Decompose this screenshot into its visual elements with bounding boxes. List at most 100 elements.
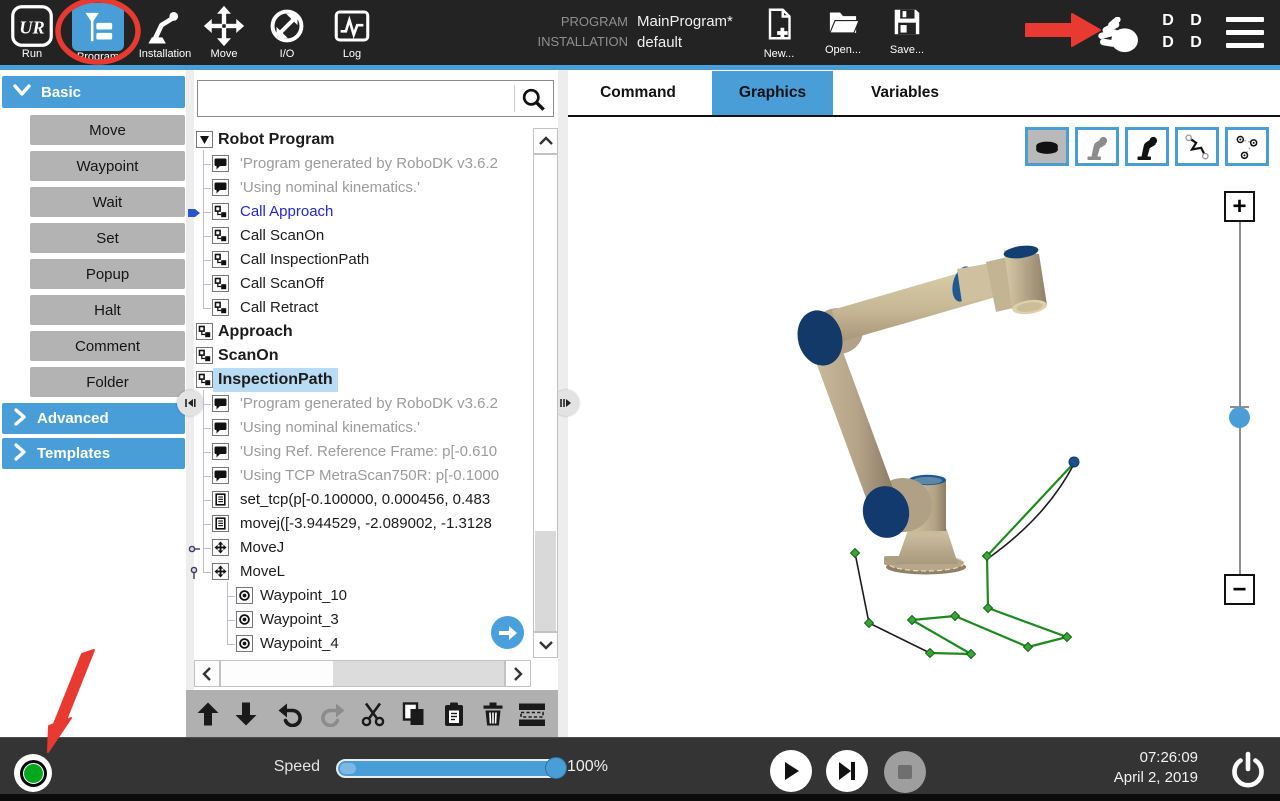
command-move[interactable]: Move [30,115,185,145]
tree-row--program-generated-by-robodk[interactable]: 'Program generated by RoboDK v3.6.2 [186,152,533,176]
tree-row-call-retract[interactable]: Call Retract [186,296,533,320]
tree-row-label: Robot Program [218,128,334,152]
shutdown-button[interactable] [1227,750,1269,797]
command-halt[interactable]: Halt [30,295,185,325]
copy-button[interactable] [398,698,430,729]
tree-row-movej-3-944529-2-089002-1-31[interactable]: movej([-3.944529, -2.089002, -1.3128 [186,512,533,536]
speed-slider[interactable] [336,759,566,778]
stop-button [884,751,926,793]
tab-graphics[interactable]: Graphics [712,71,833,115]
tree-row-movej[interactable]: MoveJ [186,536,533,560]
move-up-button[interactable] [192,698,224,729]
tab-command[interactable]: Command [576,71,700,115]
play-button[interactable] [770,750,812,792]
ur-logo: UR [9,3,55,48]
command-waypoint[interactable]: Waypoint [30,151,185,181]
new-button[interactable]: New... [750,7,808,60]
freedrive-hand-icon [1094,17,1142,55]
scroll-down-button[interactable] [533,632,558,658]
tree-row--using-ref-reference-frame-p[interactable]: 'Using Ref. Reference Frame: p[-0.610 [186,440,533,464]
tree-row-label: 'Program generated by RoboDK v3.6.2 [240,392,498,416]
scroll-left-button[interactable] [194,660,220,687]
comment-icon [212,419,229,436]
palette-section-advanced[interactable]: Advanced [2,403,185,434]
command-popup[interactable]: Popup [30,259,185,289]
step-icon [837,761,857,781]
suppress-button[interactable] [516,698,548,729]
command-wait[interactable]: Wait [30,187,185,217]
vertical-scroll-thumb[interactable] [535,531,556,631]
command-set[interactable]: Set [30,223,185,253]
cut-button[interactable] [357,698,389,729]
tree-row--using-nominal-kinematics-[interactable]: 'Using nominal kinematics.' [186,176,533,200]
tree-row--using-nominal-kinematics-[interactable]: 'Using nominal kinematics.' [186,416,533,440]
hamburger-menu-button[interactable] [1226,17,1266,51]
tree-row-call-scanon[interactable]: Call ScanOn [186,224,533,248]
tree-row-call-scanoff[interactable]: Call ScanOff [186,272,533,296]
tree-row-waypoint_3[interactable]: Waypoint_3 [186,608,533,632]
tree-row-label: MoveJ [240,536,284,560]
tree-row-waypoint_10[interactable]: Waypoint_10 [186,584,533,608]
status-green-light [24,764,43,783]
tree-row-scanon[interactable]: ScanOn [186,344,533,368]
command-comment[interactable]: Comment [30,331,185,361]
search-icon[interactable] [520,86,547,113]
time-text: 07:26:09 [1114,748,1198,768]
nav-tab-label: Run [8,48,56,60]
tab-variables[interactable]: Variables [845,71,965,115]
comment-icon [212,395,229,412]
comment-icon [212,467,229,484]
nav-tab-io[interactable]: I/O [262,1,312,64]
initialize-status-button[interactable] [14,754,52,792]
script-icon [212,491,229,508]
undo-button[interactable] [274,698,306,729]
search-input[interactable] [202,83,516,114]
program-icon [72,3,124,51]
open-button[interactable]: Open... [814,7,872,56]
svg-text:UR: UR [19,17,44,37]
script-icon [212,515,229,532]
palette-section-templates[interactable]: Templates [2,438,185,469]
call-icon [212,299,229,316]
tree-row-movel[interactable]: MoveL [186,560,533,584]
subprogram-icon [196,371,213,388]
command-folder[interactable]: Folder [30,367,185,397]
move-down-button[interactable] [230,698,262,729]
palette-section-basic[interactable]: Basic [2,76,185,108]
tree-row-label: ScanOn [218,344,278,368]
nav-tab-label: Program [70,51,126,63]
step-button[interactable] [826,750,868,792]
tree-row--using-tcp-metrascan750r-p-0[interactable]: 'Using TCP MetraScan750R: p[-0.1000 [186,464,533,488]
speed-slider-handle[interactable] [545,757,567,779]
program-name-value: MainProgram* [637,13,733,30]
tree-row-set_tcp-p-0-100000-0-000456-[interactable]: set_tcp(p[-0.100000, 0.000456, 0.483 [186,488,533,512]
tree-row-label: set_tcp(p[-0.100000, 0.000456, 0.483 [240,488,490,512]
tree-row-waypoint_4[interactable]: Waypoint_4 [186,632,533,656]
nav-tab-program[interactable]: Program [70,1,126,64]
advance-button[interactable] [491,616,524,649]
tree-row-label: 'Using nominal kinematics.' [240,416,420,440]
robot-3d-view[interactable] [568,117,1280,737]
scroll-right-button[interactable] [505,660,531,687]
expand-triangle-icon [196,131,213,148]
nav-tab-run[interactable]: UR Run [8,1,56,64]
tree-row--program-generated-by-robodk[interactable]: 'Program generated by RoboDK v3.6.2 [186,392,533,416]
power-icon [1227,750,1269,792]
delete-button[interactable] [477,698,509,729]
tree-row-robot-program[interactable]: Robot Program [186,128,533,152]
nav-tab-log[interactable]: Log [326,1,378,64]
save-button[interactable]: Save... [878,7,936,56]
horizontal-scroll-thumb[interactable] [221,661,333,686]
tree-row-call-approach[interactable]: Call Approach [186,200,533,224]
installation-icon [142,3,188,48]
nav-tab-move[interactable]: Move [199,1,249,64]
paste-button[interactable] [438,698,470,729]
scroll-up-button[interactable] [533,128,558,154]
nav-tab-installation[interactable]: Installation [132,1,198,64]
tree-row-inspectionpath[interactable]: InspectionPath [186,368,533,392]
tree-row-approach[interactable]: Approach [186,320,533,344]
horizontal-scrollbar[interactable] [220,660,505,687]
tree-row-label: Waypoint_3 [260,608,339,632]
tree-row-call-inspectionpath[interactable]: Call InspectionPath [186,248,533,272]
vertical-scrollbar[interactable] [533,154,558,632]
